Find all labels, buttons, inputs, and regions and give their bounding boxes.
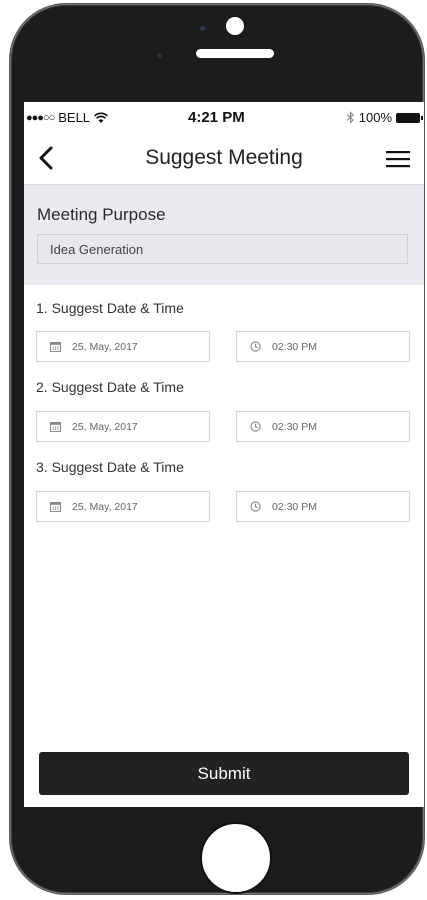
battery-icon	[396, 112, 423, 123]
slot-2-date-field[interactable]: 25, May, 2017	[36, 411, 210, 442]
submit-button[interactable]: Submit	[39, 752, 409, 795]
slot-2-date-value: 25, May, 2017	[72, 420, 138, 433]
slot-3-time-value: 02:30 PM	[272, 500, 317, 513]
front-camera	[226, 17, 244, 35]
home-button[interactable]	[200, 822, 272, 894]
hamburger-menu-icon[interactable]	[386, 150, 410, 168]
clock-icon	[250, 421, 261, 432]
status-bar: ●●●○○ BELL 4:21 PM 100%	[24, 102, 424, 132]
carrier-name: BELL	[58, 110, 91, 125]
meeting-purpose-input[interactable]: Idea Generation	[37, 234, 408, 264]
signal-strength: ●●●○○	[26, 111, 55, 124]
earpiece-speaker	[196, 49, 274, 58]
page-title: Suggest Meeting	[145, 146, 303, 169]
proximity-sensor	[200, 26, 205, 31]
calendar-icon	[50, 342, 61, 352]
slot-2-label: 2. Suggest Date & Time	[36, 379, 184, 395]
slot-2-time-value: 02:30 PM	[272, 420, 317, 433]
calendar-icon	[50, 502, 61, 512]
status-left: ●●●○○ BELL	[26, 110, 109, 125]
wifi-icon	[94, 112, 109, 123]
bluetooth-icon	[346, 111, 354, 124]
slot-1-time-field[interactable]: 02:30 PM	[236, 331, 410, 362]
status-time: 4:21 PM	[188, 109, 245, 126]
meeting-purpose-label: Meeting Purpose	[37, 205, 166, 224]
light-sensor	[157, 53, 162, 58]
slot-1-label: 1. Suggest Date & Time	[36, 300, 184, 316]
slot-3-label: 3. Suggest Date & Time	[36, 459, 184, 475]
slot-1-date-value: 25, May, 2017	[72, 340, 138, 353]
phone-screen: ●●●○○ BELL 4:21 PM 100% Suggest Meeting	[24, 102, 424, 807]
slot-3-date-value: 25, May, 2017	[72, 500, 138, 513]
clock-icon	[250, 501, 261, 512]
meeting-purpose-section: Meeting Purpose Idea Generation	[24, 185, 424, 285]
slot-1-time-value: 02:30 PM	[272, 340, 317, 353]
slot-3-time-field[interactable]: 02:30 PM	[236, 491, 410, 522]
slot-1-date-field[interactable]: 25, May, 2017	[36, 331, 210, 362]
clock-icon	[250, 341, 261, 352]
battery-percent: 100%	[358, 110, 392, 125]
status-right: 100%	[346, 110, 423, 125]
navigation-bar: Suggest Meeting	[24, 132, 424, 185]
slot-3-date-field[interactable]: 25, May, 2017	[36, 491, 210, 522]
slot-2-time-field[interactable]: 02:30 PM	[236, 411, 410, 442]
calendar-icon	[50, 422, 61, 432]
